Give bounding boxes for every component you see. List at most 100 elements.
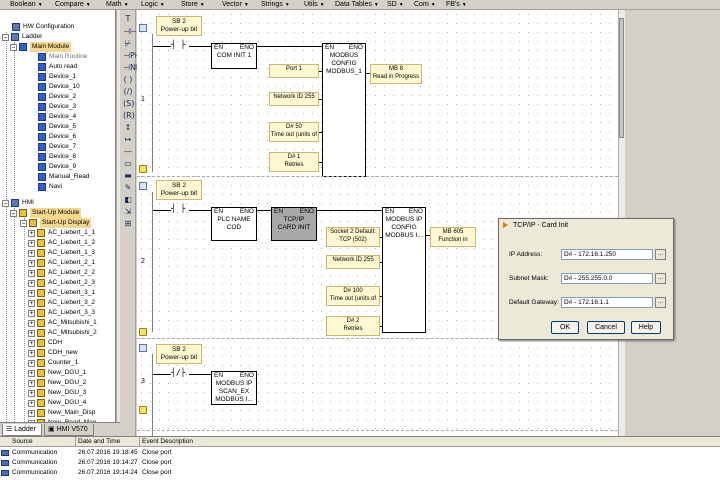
tree-item-routine[interactable]: Device_9 bbox=[38, 162, 76, 172]
tree-item-main-module[interactable]: − Main Module bbox=[10, 42, 72, 52]
param-network-id[interactable]: Network ID 255 bbox=[269, 92, 319, 106]
param-timeout[interactable]: D# 50 Time out (units of bbox=[269, 122, 319, 142]
collapse-icon[interactable]: − bbox=[10, 43, 17, 51]
expand-icon[interactable]: + bbox=[28, 359, 35, 367]
default-gateway-field[interactable]: D# - 172.16.1.1 bbox=[561, 297, 653, 308]
block-icon[interactable]: ▭ bbox=[123, 159, 133, 168]
tree-item-routine[interactable]: Device_5 bbox=[38, 122, 76, 132]
tree-item-display[interactable]: + AC_Liebert_3_1 bbox=[28, 288, 95, 298]
menu-compare[interactable]: Compare ▼ bbox=[55, 1, 91, 8]
modbus-ip-scan-block[interactable]: EN ENO MODBUS IP SCAN_EX MODBUS I... bbox=[211, 371, 257, 405]
collapse-icon[interactable]: − bbox=[2, 199, 9, 207]
menu-utils[interactable]: Utils ▼ bbox=[304, 1, 325, 8]
menu-boolean[interactable]: Boolean ▼ bbox=[10, 1, 43, 8]
tree-item-startup-display[interactable]: − Start-Up Display bbox=[20, 218, 92, 228]
menu-strings[interactable]: Strings ▼ bbox=[261, 1, 290, 8]
menu-vector[interactable]: Vector ▼ bbox=[222, 1, 249, 8]
tree-item-display[interactable]: + AC_Liebert_3_2 bbox=[28, 298, 95, 308]
output-read-in-progress[interactable]: MB 8 Read in Progress bbox=[370, 64, 422, 84]
default-gateway-browse-button[interactable]: ... bbox=[655, 297, 666, 308]
expand-icon[interactable]: + bbox=[28, 259, 35, 267]
modbus-ip-config-block[interactable]: EN ENO MODBUS IP CONFIG MODBUS I... bbox=[382, 207, 426, 333]
param-retries[interactable]: D# 1 Retries bbox=[269, 152, 319, 172]
expand-icon[interactable]: + bbox=[28, 349, 35, 357]
tree-item-display[interactable]: + AC_Liebert_1_3 bbox=[28, 248, 95, 258]
subnet-mask-field[interactable]: D# - 255.255.0.0 bbox=[561, 273, 653, 284]
menu-logic[interactable]: Logic ▼ bbox=[141, 1, 165, 8]
tree-item-display[interactable]: + New_DGU_2 bbox=[28, 378, 86, 388]
expand-icon[interactable]: + bbox=[28, 229, 35, 237]
tab-hmi[interactable]: ▣ HMI V570 bbox=[44, 424, 94, 436]
tree-item-display[interactable]: + AC_Mitsubishi_1 bbox=[28, 318, 97, 328]
text-tool-icon[interactable]: T bbox=[123, 14, 133, 23]
tree-item-hw-config[interactable]: HW Configuration bbox=[12, 22, 74, 32]
com-init-block[interactable]: EN ENO COM INIT 1 bbox=[211, 43, 257, 69]
tree-item-routine[interactable]: Device_10 bbox=[38, 82, 80, 92]
tree-item-hmi[interactable]: − HMI bbox=[2, 198, 34, 208]
contact-no-icon[interactable]: ⊣⊢ bbox=[123, 27, 137, 36]
branch-icon[interactable]: ↕ bbox=[123, 123, 133, 132]
tree-item-routine[interactable]: Navi bbox=[38, 182, 62, 192]
tree-item-display[interactable]: + AC_Liebert_3_3 bbox=[28, 308, 95, 318]
expand-icon[interactable]: + bbox=[28, 289, 35, 297]
param-network-id[interactable]: Network ID 255 bbox=[326, 255, 380, 269]
tree-item-routine[interactable]: Device_8 bbox=[38, 152, 76, 162]
tree-item-display[interactable]: + AC_Liebert_2_1 bbox=[28, 258, 95, 268]
tree-item-routine[interactable]: Device_2 bbox=[38, 92, 76, 102]
tree-item-display[interactable]: + AC_Liebert_1_2 bbox=[28, 238, 95, 248]
contact-n-icon[interactable]: ⊣N⊢ bbox=[123, 63, 143, 72]
coil-neg-icon[interactable]: (/) bbox=[123, 87, 133, 96]
menu-fbs[interactable]: FB's ▼ bbox=[446, 1, 467, 8]
contact-sb2-nc[interactable]: ┤/├ bbox=[171, 368, 185, 377]
menu-math[interactable]: Math ▼ bbox=[106, 1, 129, 8]
param-port[interactable]: Port 1 bbox=[269, 64, 319, 78]
contact-comment[interactable]: SB 2 Power-up bit bbox=[156, 344, 202, 364]
contact-sb2[interactable]: ┤ ├ bbox=[171, 204, 185, 213]
tree-item-display[interactable]: + AC_Liebert_2_2 bbox=[28, 268, 95, 278]
tree-item-display[interactable]: + AC_Liebert_1_1 bbox=[28, 228, 95, 238]
tab-ladder[interactable]: ☰ Ladder bbox=[2, 424, 42, 436]
collapse-icon[interactable]: − bbox=[10, 209, 17, 217]
expand-icon[interactable]: + bbox=[28, 239, 35, 247]
help-button[interactable]: Help bbox=[631, 321, 661, 334]
plc-name-block[interactable]: EN ENO PLC NAME COD bbox=[211, 207, 257, 241]
column-event-description[interactable]: Event Description bbox=[140, 437, 720, 447]
tree-item-routine[interactable]: Manual_Read bbox=[38, 172, 89, 182]
tree-item-display[interactable]: + New_DGU_1 bbox=[28, 368, 86, 378]
param-socket[interactable]: Socket 2 Default: TCP (502) bbox=[326, 227, 380, 247]
expand-icon[interactable]: + bbox=[28, 319, 35, 327]
tree-item-routine[interactable]: Auto read bbox=[38, 62, 77, 72]
expand-icon[interactable]: + bbox=[28, 389, 35, 397]
collapse-icon[interactable]: − bbox=[20, 219, 27, 227]
expand-icon[interactable]: + bbox=[28, 399, 35, 407]
expand-icon[interactable]: + bbox=[28, 269, 35, 277]
expand-icon[interactable]: + bbox=[28, 279, 35, 287]
tree-item-display[interactable]: + New_Main_Disp bbox=[28, 408, 95, 418]
expand-icon[interactable]: + bbox=[28, 309, 35, 317]
collapse-icon[interactable]: − bbox=[2, 33, 9, 41]
tree-item-main-routine[interactable]: Main Routine bbox=[38, 52, 87, 62]
tree-item-routine[interactable]: Device_7 bbox=[38, 142, 76, 152]
call-icon[interactable]: ⊞ bbox=[123, 219, 133, 228]
cancel-button[interactable]: Cancel bbox=[587, 321, 625, 334]
menu-store[interactable]: Store ▼ bbox=[181, 1, 205, 8]
tree-item-ladder[interactable]: − Ladder bbox=[2, 32, 42, 42]
log-row[interactable]: Communication 26.07.2016 19:18:45 Close po… bbox=[0, 448, 720, 458]
net-icon[interactable]: ▬ bbox=[123, 171, 133, 180]
tree-item-display[interactable]: + AC_Mitsubishi_2 bbox=[28, 328, 97, 338]
tree-item-routine[interactable]: Device_3 bbox=[38, 102, 76, 112]
ip-address-browse-button[interactable]: ... bbox=[655, 249, 666, 260]
contact-comment[interactable]: SB 2 Power-up bit bbox=[156, 180, 202, 200]
column-date-time[interactable]: Date and Time bbox=[76, 437, 140, 447]
contact-sb2[interactable]: ┤ ├ bbox=[171, 40, 185, 49]
param-timeout[interactable]: D# 100 Time out (units of bbox=[326, 286, 380, 306]
modbus-config-block[interactable]: EN ENO MODBUS CONFIG MODBUS_1 bbox=[322, 43, 366, 177]
expand-icon[interactable]: + bbox=[28, 339, 35, 347]
coil-set-icon[interactable]: (S) bbox=[123, 99, 134, 108]
tree-item-display[interactable]: + New_DGU_4 bbox=[28, 398, 86, 408]
ok-button[interactable]: OK bbox=[551, 321, 579, 334]
comment-icon[interactable]: ✎ bbox=[123, 183, 133, 192]
contact-comment[interactable]: SB 2 Power-up bit bbox=[156, 16, 202, 36]
tree-item-routine[interactable]: Device_4 bbox=[38, 112, 76, 122]
coil-icon[interactable]: ( ) bbox=[123, 75, 133, 84]
